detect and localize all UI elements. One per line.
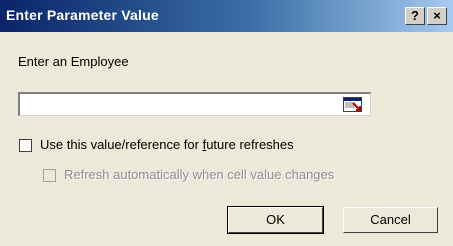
ok-button[interactable]: OK xyxy=(227,206,324,234)
help-button[interactable]: ? xyxy=(405,7,425,25)
use-value-label[interactable]: Use this value/reference for future refr… xyxy=(40,137,294,152)
collapse-dialog-icon[interactable] xyxy=(343,97,362,112)
prompt-label: Enter an Employee xyxy=(18,54,129,69)
cancel-button[interactable]: Cancel xyxy=(343,207,438,233)
title-bar[interactable]: Enter Parameter Value ? × xyxy=(0,0,453,32)
dialog-title: Enter Parameter Value xyxy=(6,7,159,23)
parameter-input[interactable] xyxy=(18,92,371,116)
refresh-auto-checkbox xyxy=(43,169,56,182)
refresh-auto-label: Refresh automatically when cell value ch… xyxy=(64,167,335,182)
close-button[interactable]: × xyxy=(427,7,447,25)
parameter-dialog: Enter Parameter Value ? × Enter an Emplo… xyxy=(0,0,453,246)
use-value-checkbox[interactable] xyxy=(19,139,32,152)
